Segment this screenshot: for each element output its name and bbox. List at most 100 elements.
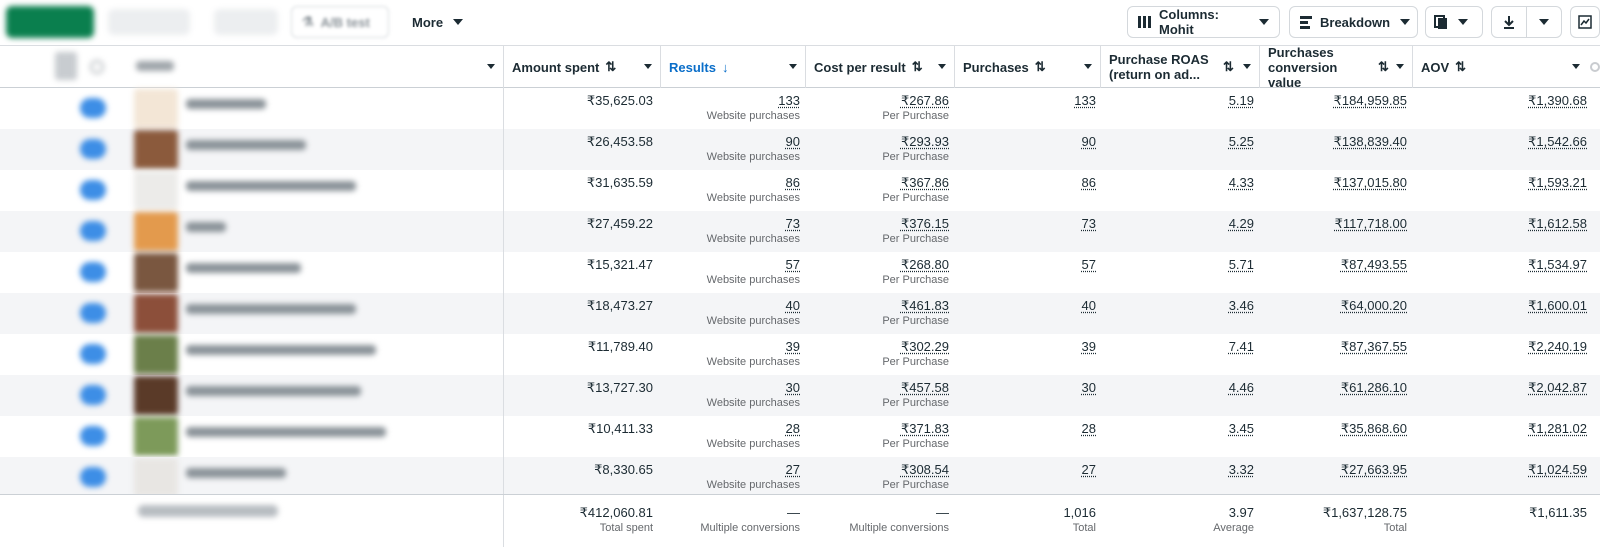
sort-icon[interactable]: ⇅: [1223, 59, 1234, 75]
cell-roas[interactable]: 4.29: [1100, 215, 1254, 232]
cell-aov[interactable]: ₹1,281.02: [1412, 420, 1587, 437]
cell-cost-per-result[interactable]: ₹376.15 Per Purchase: [805, 215, 949, 246]
cell-purchases[interactable]: 27: [954, 461, 1096, 478]
table-row[interactable]: ₹27,459.22 73 Website purchases ₹376.15 Per …: [0, 211, 1600, 252]
cell-purchases[interactable]: 86: [954, 174, 1096, 191]
cell-aov[interactable]: ₹1,534.97: [1412, 256, 1587, 273]
export-button[interactable]: [1491, 6, 1527, 38]
duplicate-button[interactable]: [108, 9, 190, 35]
col-header-conversion-value[interactable]: Purchases conversion value ⇅: [1259, 45, 1412, 90]
cell-conv-value[interactable]: ₹184,959.85: [1259, 92, 1407, 109]
caret-down-icon[interactable]: [1084, 64, 1092, 69]
edit-button[interactable]: [214, 9, 278, 35]
cell-cost-per-result[interactable]: ₹371.83 Per Purchase: [805, 420, 949, 451]
cell-aov[interactable]: ₹2,240.19: [1412, 338, 1587, 355]
delivery-toggle[interactable]: [80, 98, 106, 118]
sort-icon[interactable]: ⇅: [912, 59, 923, 75]
cell-aov[interactable]: ₹2,042.87: [1412, 379, 1587, 396]
cell-results[interactable]: 57 Website purchases: [660, 256, 800, 287]
delivery-toggle[interactable]: [80, 344, 106, 364]
cell-roas[interactable]: 4.33: [1100, 174, 1254, 191]
table-row[interactable]: ₹8,330.65 27 Website purchases ₹308.54 Per P…: [0, 457, 1600, 498]
table-row[interactable]: ₹11,789.40 39 Website purchases ₹302.29 Per …: [0, 334, 1600, 375]
cell-roas[interactable]: 3.46: [1100, 297, 1254, 314]
ad-name-cell-blurred[interactable]: [0, 170, 503, 211]
caret-down-icon[interactable]: [644, 64, 652, 69]
ad-name-text[interactable]: [186, 140, 306, 150]
col-header-amount-spent[interactable]: Amount spent ⇅: [503, 46, 660, 88]
sort-icon[interactable]: ⇅: [1455, 59, 1466, 75]
cell-results[interactable]: 39 Website purchases: [660, 338, 800, 369]
cell-conv-value[interactable]: ₹117,718.00: [1259, 215, 1407, 232]
cell-conv-value[interactable]: ₹87,493.55: [1259, 256, 1407, 273]
ad-name-text[interactable]: [186, 222, 226, 232]
cell-aov[interactable]: ₹1,024.59: [1412, 461, 1587, 478]
cell-purchases[interactable]: 90: [954, 133, 1096, 150]
cell-results[interactable]: 90 Website purchases: [660, 133, 800, 164]
table-row[interactable]: ₹15,321.47 57 Website purchases ₹268.80 Per …: [0, 252, 1600, 293]
col-header-results[interactable]: Results ↓: [660, 46, 805, 88]
columns-button[interactable]: Columns: Mohit: [1127, 6, 1280, 38]
sort-icon[interactable]: ⇅: [605, 59, 616, 75]
cell-conv-value[interactable]: ₹138,839.40: [1259, 133, 1407, 150]
cell-results[interactable]: 28 Website purchases: [660, 420, 800, 451]
table-row[interactable]: ₹18,473.27 40 Website purchases ₹461.83 Per …: [0, 293, 1600, 334]
cell-aov[interactable]: ₹1,593.21: [1412, 174, 1587, 191]
ad-name-cell-blurred[interactable]: [0, 375, 503, 416]
cell-conv-value[interactable]: ₹27,663.95: [1259, 461, 1407, 478]
ad-name-text[interactable]: [186, 99, 266, 109]
table-row[interactable]: ₹26,453.58 90 Website purchases ₹293.93 Per …: [0, 129, 1600, 170]
delivery-toggle[interactable]: [80, 303, 106, 323]
caret-down-icon[interactable]: [1396, 64, 1404, 69]
cell-results[interactable]: 27 Website purchases: [660, 461, 800, 492]
cell-cost-per-result[interactable]: ₹457.58 Per Purchase: [805, 379, 949, 410]
delivery-toggle[interactable]: [80, 467, 106, 487]
delivery-toggle[interactable]: [80, 221, 106, 241]
chart-button[interactable]: [1570, 6, 1600, 38]
caret-down-icon[interactable]: [1572, 64, 1580, 69]
export-dropdown-button[interactable]: [1526, 6, 1562, 38]
cell-purchases[interactable]: 73: [954, 215, 1096, 232]
cell-cost-per-result[interactable]: ₹461.83 Per Purchase: [805, 297, 949, 328]
cell-roas[interactable]: 7.41: [1100, 338, 1254, 355]
sort-desc-icon[interactable]: ↓: [722, 60, 729, 75]
ad-name-cell-blurred[interactable]: [0, 88, 503, 129]
cell-cost-per-result[interactable]: ₹308.54 Per Purchase: [805, 461, 949, 492]
delivery-toggle[interactable]: [80, 426, 106, 446]
cell-aov[interactable]: ₹1,390.68: [1412, 92, 1587, 109]
cell-conv-value[interactable]: ₹61,286.10: [1259, 379, 1407, 396]
col-header-aov[interactable]: AOV ⇅: [1412, 46, 1588, 88]
cell-results[interactable]: 30 Website purchases: [660, 379, 800, 410]
cell-cost-per-result[interactable]: ₹293.93 Per Purchase: [805, 133, 949, 164]
cell-purchases[interactable]: 57: [954, 256, 1096, 273]
cell-results[interactable]: 73 Website purchases: [660, 215, 800, 246]
col-header-cost-per-result[interactable]: Cost per result ⇅: [805, 46, 954, 88]
ad-name-text[interactable]: [186, 345, 376, 355]
breakdown-button[interactable]: Breakdown: [1289, 6, 1418, 38]
cell-purchases[interactable]: 28: [954, 420, 1096, 437]
caret-down-icon[interactable]: [938, 64, 946, 69]
cell-cost-per-result[interactable]: ₹367.86 Per Purchase: [805, 174, 949, 205]
ad-name-text[interactable]: [186, 263, 301, 273]
cell-conv-value[interactable]: ₹87,367.55: [1259, 338, 1407, 355]
cell-results[interactable]: 86 Website purchases: [660, 174, 800, 205]
delivery-toggle[interactable]: [80, 180, 106, 200]
table-row[interactable]: ₹35,625.03 133 Website purchases ₹267.86 Per…: [0, 88, 1600, 129]
cell-purchases[interactable]: 39: [954, 338, 1096, 355]
reports-button[interactable]: [1425, 6, 1483, 38]
cell-purchases[interactable]: 133: [954, 92, 1096, 109]
cell-conv-value[interactable]: ₹35,868.60: [1259, 420, 1407, 437]
cell-results[interactable]: 133 Website purchases: [660, 92, 800, 123]
ad-name-cell-blurred[interactable]: [0, 293, 503, 334]
table-row[interactable]: ₹31,635.59 86 Website purchases ₹367.86 Per …: [0, 170, 1600, 211]
cell-roas[interactable]: 5.71: [1100, 256, 1254, 273]
ad-name-text[interactable]: [186, 468, 286, 478]
table-row[interactable]: ₹13,727.30 30 Website purchases ₹457.58 Per …: [0, 375, 1600, 416]
cell-conv-value[interactable]: ₹64,000.20: [1259, 297, 1407, 314]
cell-roas[interactable]: 5.19: [1100, 92, 1254, 109]
ab-test-button[interactable]: ⚗ A/B test: [291, 6, 389, 38]
name-column-menu[interactable]: [460, 46, 503, 88]
cell-results[interactable]: 40 Website purchases: [660, 297, 800, 328]
cell-cost-per-result[interactable]: ₹302.29 Per Purchase: [805, 338, 949, 369]
cell-purchases[interactable]: 40: [954, 297, 1096, 314]
